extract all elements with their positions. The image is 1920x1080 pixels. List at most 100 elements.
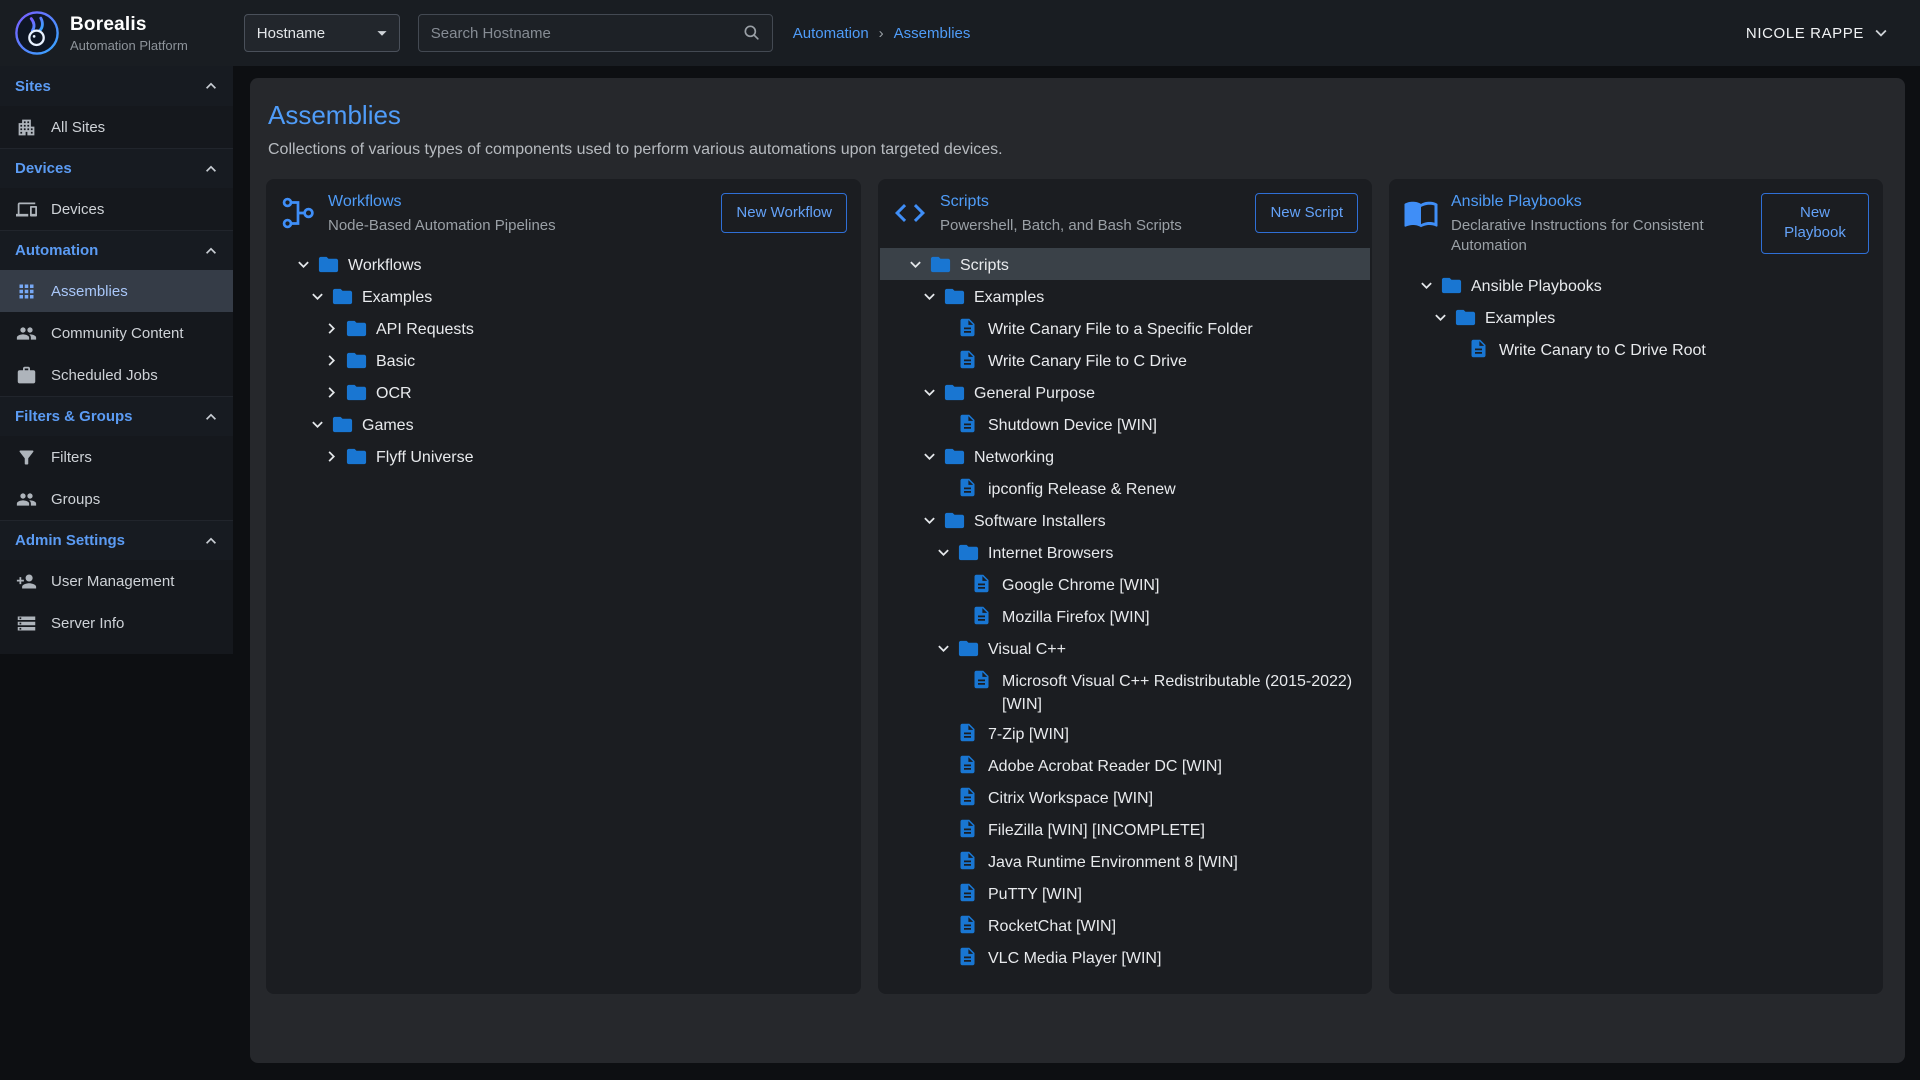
section-label: Devices [15,160,72,177]
tree-folder-row[interactable]: Visual C++ [880,632,1370,664]
chevron-down-icon[interactable] [930,537,957,563]
tree-file-row[interactable]: Adobe Acrobat Reader DC [WIN] [880,749,1370,781]
tree-folder-row[interactable]: Ansible Playbooks [1391,269,1881,301]
tree-item-label: PuTTY [WIN] [988,878,1090,906]
sidebar-item-user-management[interactable]: User Management [0,560,233,602]
chevron-down-icon[interactable] [902,249,929,275]
sidebar-section-header-automation[interactable]: Automation [0,230,233,270]
ansible-playbooks-card: Ansible Playbooks Declarative Instructio… [1389,179,1883,994]
chevron-right-icon[interactable] [318,345,345,371]
chevron-right-icon[interactable] [318,441,345,467]
tree-folder-row[interactable]: OCR [268,376,859,408]
hostname-select[interactable]: Hostname [244,14,400,52]
new-playbook-button[interactable]: New Playbook [1761,193,1869,254]
sidebar-section-header-admin-settings[interactable]: Admin Settings [0,520,233,560]
tree-folder-row[interactable]: Internet Browsers [880,536,1370,568]
app-logo[interactable] [14,10,60,56]
sidebar-item-groups[interactable]: Groups [0,478,233,520]
folder-icon [317,249,348,276]
sidebar-item-label: Devices [51,201,104,218]
chevron-spacer [930,942,957,947]
chevron-down-icon[interactable] [304,281,331,307]
tree-folder-row[interactable]: Games [268,408,859,440]
tree-file-row[interactable]: ipconfig Release & Renew [880,472,1370,504]
person-plus-icon [16,571,38,592]
tree-item-label: Flyff Universe [376,441,482,469]
sidebar-item-scheduled-jobs[interactable]: Scheduled Jobs [0,354,233,396]
tree-file-row[interactable]: Write Canary File to a Specific Folder [880,312,1370,344]
tree-file-row[interactable]: Google Chrome [WIN] [880,568,1370,600]
chevron-down-icon[interactable] [290,249,317,275]
sidebar-item-server-info[interactable]: Server Info [0,602,233,644]
folder-icon [929,249,960,276]
tree-folder-row[interactable]: Scripts [880,248,1370,280]
chevron-down-icon[interactable] [930,633,957,659]
sidebar-item-label: Filters [51,449,92,466]
tree-file-row[interactable]: Write Canary File to C Drive [880,344,1370,376]
tree-item-label: Examples [974,281,1052,309]
chevron-down-icon[interactable] [304,409,331,435]
sidebar-section-header-sites[interactable]: Sites [0,66,233,106]
sidebar-section-devices: Devices Devices [0,148,233,230]
tree-folder-row[interactable]: Examples [880,280,1370,312]
file-icon [957,345,988,370]
tree-folder-row[interactable]: Basic [268,344,859,376]
chevron-spacer [930,473,957,478]
tree-item-label: RocketChat [WIN] [988,910,1124,938]
sidebar-section-sites: SitesAll Sites [0,66,233,148]
tree-folder-row[interactable]: Workflows [268,248,859,280]
new-workflow-button[interactable]: New Workflow [721,193,847,233]
tree-file-row[interactable]: VLC Media Player [WIN] [880,941,1370,973]
new-script-button[interactable]: New Script [1255,193,1358,233]
sidebar-item-filters[interactable]: Filters [0,436,233,478]
tree-file-row[interactable]: Write Canary to C Drive Root [1391,333,1881,365]
breadcrumb-link-assemblies[interactable]: Assemblies [894,25,971,42]
tree-item-label: General Purpose [974,377,1103,405]
tree-folder-row[interactable]: Examples [1391,301,1881,333]
chevron-down-icon[interactable] [916,377,943,403]
folder-icon [345,441,376,468]
tree-file-row[interactable]: Java Runtime Environment 8 [WIN] [880,845,1370,877]
chevron-up-icon [201,407,221,427]
tree-file-row[interactable]: Citrix Workspace [WIN] [880,781,1370,813]
people-icon [16,323,38,344]
chevron-down-icon[interactable] [916,281,943,307]
tree-file-row[interactable]: PuTTY [WIN] [880,877,1370,909]
tree-file-row[interactable]: RocketChat [WIN] [880,909,1370,941]
folder-icon [1454,302,1485,329]
sidebar-item-devices[interactable]: Devices [0,188,233,230]
tree-file-row[interactable]: Mozilla Firefox [WIN] [880,600,1370,632]
tree-item-label: API Requests [376,313,482,341]
chevron-down-icon[interactable] [916,505,943,531]
tree-file-row[interactable]: Microsoft Visual C++ Redistributable (20… [880,664,1370,717]
tree-file-row[interactable]: Shutdown Device [WIN] [880,408,1370,440]
tree-folder-row[interactable]: Networking [880,440,1370,472]
tree-folder-row[interactable]: Flyff Universe [268,440,859,472]
search-icon[interactable] [742,23,762,43]
tree-item-label: FileZilla [WIN] [INCOMPLETE] [988,814,1213,842]
workflows-card-header: Workflows Node-Based Automation Pipeline… [280,193,847,236]
tree-file-row[interactable]: 7-Zip [WIN] [880,717,1370,749]
sidebar-section-header-devices[interactable]: Devices [0,148,233,188]
chevron-spacer [944,569,971,574]
chevron-right-icon[interactable] [318,313,345,339]
sidebar-item-all-sites[interactable]: All Sites [0,106,233,148]
chevron-right-icon[interactable] [318,377,345,403]
tree-folder-row[interactable]: Examples [268,280,859,312]
sidebar-item-community-content[interactable]: Community Content [0,312,233,354]
chevron-down-icon[interactable] [1413,270,1440,296]
tree-folder-row[interactable]: Software Installers [880,504,1370,536]
chevron-down-icon[interactable] [916,441,943,467]
sidebar-item-assemblies[interactable]: Assemblies [0,270,233,312]
tree-file-row[interactable]: FileZilla [WIN] [INCOMPLETE] [880,813,1370,845]
file-icon [971,601,1002,626]
chevron-down-icon[interactable] [1427,302,1454,328]
tree-item-label: Write Canary File to a Specific Folder [988,313,1261,341]
sidebar-section-header-filters-groups[interactable]: Filters & Groups [0,396,233,436]
card-title: Workflows [328,193,709,211]
hostname-search-input[interactable] [431,25,742,42]
tree-folder-row[interactable]: API Requests [268,312,859,344]
breadcrumb-link-automation[interactable]: Automation [793,25,869,42]
tree-folder-row[interactable]: General Purpose [880,376,1370,408]
user-menu[interactable]: NICOLE RAPPE [1746,22,1892,44]
